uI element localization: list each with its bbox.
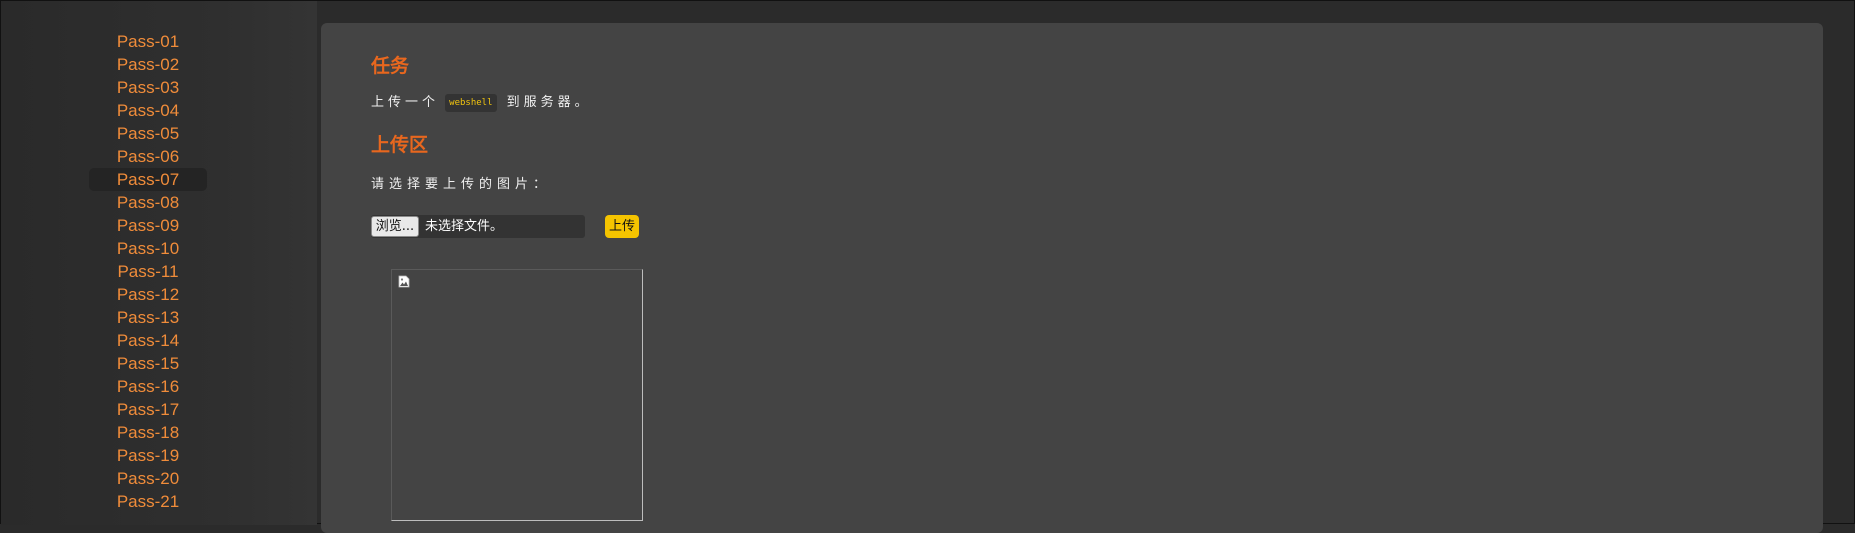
task-text-before: 上传一个 bbox=[371, 95, 440, 110]
nav-item-pass-13[interactable]: Pass-13 bbox=[89, 306, 207, 329]
task-text-after: 到服务器。 bbox=[506, 95, 592, 110]
nav-item-pass-03[interactable]: Pass-03 bbox=[89, 76, 207, 99]
nav-item-pass-05[interactable]: Pass-05 bbox=[89, 122, 207, 145]
task-description: 上传一个 webshell 到服务器。 bbox=[371, 93, 592, 113]
upload-heading: 上传区 bbox=[371, 134, 429, 156]
browse-button[interactable]: 浏览... bbox=[371, 216, 419, 237]
nav-item-pass-01[interactable]: Pass-01 bbox=[89, 30, 207, 53]
webshell-code: webshell bbox=[445, 93, 497, 112]
nav-item-pass-08[interactable]: Pass-08 bbox=[89, 191, 207, 214]
nav-item-pass-15[interactable]: Pass-15 bbox=[89, 352, 207, 375]
pass-nav-list: Pass-01 Pass-02 Pass-03 Pass-04 Pass-05 Pass-… bbox=[89, 30, 207, 513]
file-status-text: 未选择文件。 bbox=[425, 219, 504, 234]
nav-item-pass-16[interactable]: Pass-16 bbox=[89, 375, 207, 398]
sidebar: Pass-01 Pass-02 Pass-03 Pass-04 Pass-05 Pass-… bbox=[1, 1, 317, 525]
nav-item-pass-11[interactable]: Pass-11 bbox=[89, 260, 207, 283]
image-preview bbox=[391, 269, 643, 521]
upload-prompt: 请选择要上传的图片： bbox=[371, 177, 552, 192]
nav-item-pass-04[interactable]: Pass-04 bbox=[89, 99, 207, 122]
nav-item-pass-20[interactable]: Pass-20 bbox=[89, 467, 207, 490]
nav-item-pass-18[interactable]: Pass-18 bbox=[89, 421, 207, 444]
nav-item-pass-07[interactable]: Pass-07 bbox=[89, 168, 207, 191]
nav-item-pass-06[interactable]: Pass-06 bbox=[89, 145, 207, 168]
nav-item-pass-19[interactable]: Pass-19 bbox=[89, 444, 207, 467]
nav-item-pass-09[interactable]: Pass-09 bbox=[89, 214, 207, 237]
nav-item-pass-02[interactable]: Pass-02 bbox=[89, 53, 207, 76]
file-input[interactable]: 浏览... 未选择文件。 bbox=[371, 215, 585, 238]
nav-item-pass-10[interactable]: Pass-10 bbox=[89, 237, 207, 260]
main-panel: 任务 上传一个 webshell 到服务器。 上传区 请选择要上传的图片： 浏览… bbox=[321, 23, 1823, 533]
nav-item-pass-21[interactable]: Pass-21 bbox=[89, 490, 207, 513]
nav-item-pass-12[interactable]: Pass-12 bbox=[89, 283, 207, 306]
nav-item-pass-14[interactable]: Pass-14 bbox=[89, 329, 207, 352]
broken-image-icon bbox=[398, 275, 410, 288]
upload-button[interactable]: 上传 bbox=[605, 215, 639, 238]
task-heading: 任务 bbox=[371, 55, 410, 77]
nav-item-pass-17[interactable]: Pass-17 bbox=[89, 398, 207, 421]
